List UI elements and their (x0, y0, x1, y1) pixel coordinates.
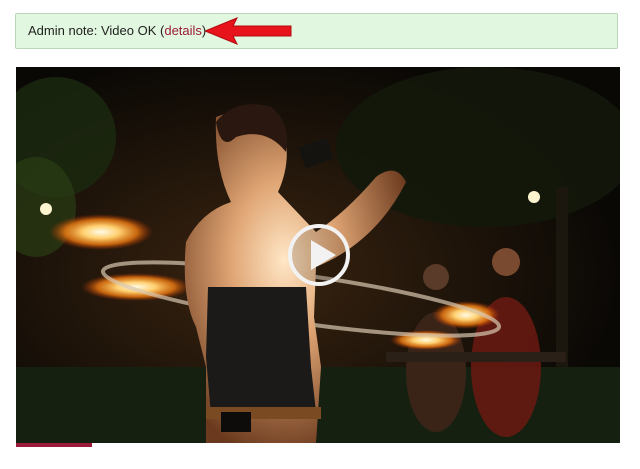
red-arrow-annotation (205, 17, 292, 45)
video-progress-fill (16, 443, 92, 447)
video-player[interactable] (16, 67, 620, 443)
admin-note-text: Admin note: Video OK ( (28, 23, 165, 38)
video-progress-bar[interactable] (16, 443, 620, 447)
play-icon[interactable] (286, 222, 352, 288)
details-link[interactable]: details (164, 23, 202, 38)
admin-note-banner: Admin note: Video OK (details) (15, 13, 618, 49)
